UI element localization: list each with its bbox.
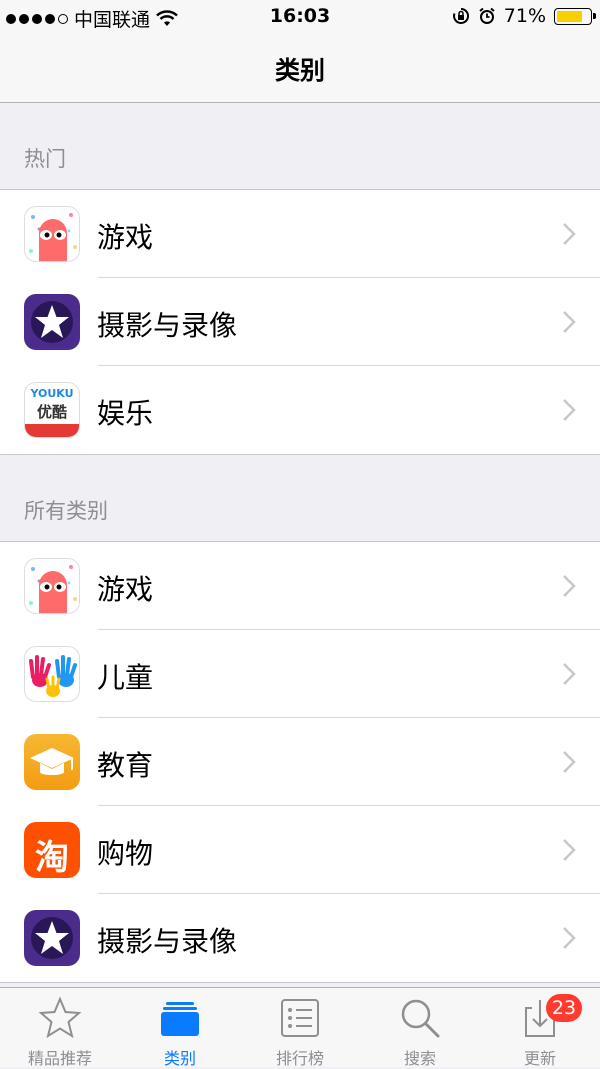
status-bar: 中国联通 16:03 71% bbox=[0, 0, 600, 36]
item-label: 摄影与录像 bbox=[97, 309, 238, 342]
tab-bar: 精品推荐 类别 排行榜 搜索 23 更新 bbox=[0, 987, 600, 1068]
list-item[interactable]: 摄影与录像 bbox=[0, 278, 600, 366]
all-categories-list: 游戏 儿童 教育 淘 购物 摄影与录像 bbox=[0, 542, 600, 983]
imovie-star-icon bbox=[24, 294, 80, 350]
chevron-right-icon bbox=[563, 575, 576, 597]
graduation-cap-icon bbox=[24, 734, 80, 790]
taobao-logo-text: 淘 bbox=[35, 838, 69, 878]
chevron-right-icon bbox=[563, 223, 576, 245]
section-header-label: 所有类别 bbox=[24, 499, 108, 523]
kids-hands-icon bbox=[24, 646, 80, 702]
list-icon bbox=[281, 999, 319, 1037]
item-label: 摄影与录像 bbox=[97, 925, 238, 958]
alarm-icon bbox=[479, 7, 495, 24]
list-item[interactable]: 淘 购物 bbox=[0, 806, 600, 894]
section-header-all: 所有类别 bbox=[0, 455, 600, 542]
chevron-right-icon bbox=[563, 839, 576, 861]
star-icon bbox=[38, 996, 82, 1039]
chevron-right-icon bbox=[563, 311, 576, 333]
battery-icon bbox=[554, 7, 596, 25]
imovie-star-icon bbox=[24, 910, 80, 966]
tab-categories[interactable]: 类别 bbox=[120, 988, 240, 1068]
youku-logo-cn: 优酷 bbox=[36, 403, 67, 421]
chevron-right-icon bbox=[563, 399, 576, 421]
tab-label: 类别 bbox=[163, 1049, 196, 1068]
list-item[interactable]: 教育 bbox=[0, 718, 600, 806]
tab-featured[interactable]: 精品推荐 bbox=[0, 988, 120, 1068]
game-monster-icon bbox=[24, 558, 80, 614]
section-header-popular: 热门 bbox=[0, 103, 600, 190]
tab-label: 搜索 bbox=[403, 1049, 436, 1068]
chevron-right-icon bbox=[563, 663, 576, 685]
item-label: 娱乐 bbox=[97, 397, 154, 430]
item-label: 教育 bbox=[97, 749, 154, 782]
tab-top-charts[interactable]: 排行榜 bbox=[240, 988, 360, 1068]
taobao-icon: 淘 bbox=[24, 822, 80, 878]
list-item[interactable]: 游戏 bbox=[0, 542, 600, 630]
youku-logo-text: YOUKU bbox=[30, 387, 74, 400]
search-icon bbox=[401, 999, 440, 1038]
tab-search[interactable]: 搜索 bbox=[360, 988, 480, 1068]
tab-label: 更新 bbox=[523, 1049, 556, 1068]
chevron-right-icon bbox=[563, 927, 576, 949]
section-header-label: 热门 bbox=[24, 147, 66, 171]
status-right: 71% bbox=[452, 5, 596, 27]
item-label: 游戏 bbox=[97, 221, 154, 254]
list-item[interactable]: 儿童 bbox=[0, 630, 600, 718]
tab-label: 精品推荐 bbox=[27, 1049, 92, 1068]
page-title: 类别 bbox=[274, 56, 325, 85]
youku-icon: YOUKU 优酷 bbox=[24, 382, 80, 438]
tab-label: 排行榜 bbox=[275, 1049, 324, 1068]
item-label: 儿童 bbox=[97, 661, 154, 694]
categories-icon bbox=[161, 1002, 199, 1036]
list-item[interactable]: YOUKU 优酷 娱乐 bbox=[0, 366, 600, 454]
battery-percent: 71% bbox=[503, 5, 546, 27]
category-list: 热门 游戏 摄影与录像 YOUKU 优酷 娱乐 所有类别 游戏 儿童 教育 淘 … bbox=[0, 103, 600, 983]
item-label: 购物 bbox=[97, 837, 154, 870]
tab-updates[interactable]: 23 更新 bbox=[480, 988, 600, 1068]
item-label: 游戏 bbox=[97, 573, 154, 606]
updates-badge: 23 bbox=[546, 994, 582, 1022]
chevron-right-icon bbox=[563, 751, 576, 773]
popular-list: 游戏 摄影与录像 YOUKU 优酷 娱乐 bbox=[0, 190, 600, 455]
rotation-lock-icon bbox=[452, 7, 469, 24]
navigation-bar: 类别 bbox=[0, 36, 600, 103]
game-monster-icon bbox=[24, 206, 80, 262]
list-item[interactable]: 摄影与录像 bbox=[0, 894, 600, 982]
list-item[interactable]: 游戏 bbox=[0, 190, 600, 278]
